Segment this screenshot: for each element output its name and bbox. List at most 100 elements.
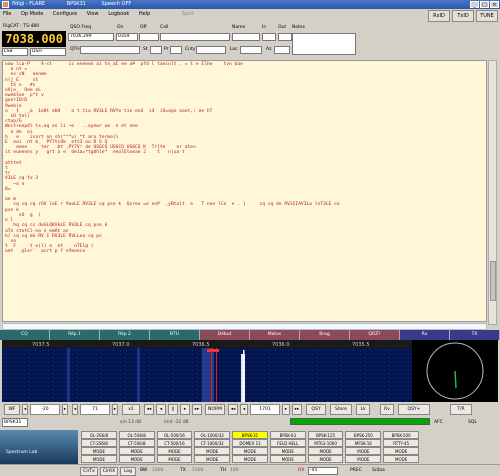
mode-button[interactable]: CT-2S6/8 [81, 439, 117, 447]
menu-configure[interactable]: Configure [53, 11, 77, 17]
rst-out-field[interactable] [278, 33, 292, 41]
store-button[interactable]: Store [330, 404, 352, 415]
sql-toggle[interactable]: SQL [468, 418, 488, 427]
mode-button[interactable]: CT-1000/32 [194, 439, 231, 447]
mode-button[interactable]: OL-1000/32 [194, 431, 231, 439]
macro-button-6[interactable]: Brag [300, 330, 350, 340]
freq-down-icon[interactable]: ◂◂ [228, 404, 238, 415]
mode-button[interactable]: OL-500/16 [156, 431, 193, 439]
name-field[interactable] [232, 33, 260, 41]
menu-view[interactable]: View [87, 11, 99, 17]
rewind-icon[interactable]: ◂◂ [144, 404, 154, 415]
menu-logbook[interactable]: Logbook [108, 11, 129, 17]
call-field[interactable] [160, 33, 230, 41]
minimize-icon[interactable]: _ [470, 1, 479, 8]
mode-button[interactable]: MODE [194, 455, 231, 463]
mode-button[interactable]: MT63-1000 [307, 439, 344, 447]
mode-button[interactable]: MODE [156, 455, 193, 463]
mode-button[interactable]: BPSK-500 [383, 431, 420, 439]
log-button[interactable]: Log [120, 467, 136, 476]
clear-rx-button[interactable]: ClrRX [100, 467, 118, 476]
freq-step-down-icon[interactable]: ◂ [240, 404, 248, 415]
mode-button[interactable]: OL-5S6/8 [118, 431, 155, 439]
macro-button-0[interactable]: CQ [0, 330, 50, 340]
mode-button[interactable]: MODE [383, 447, 420, 455]
range-up-button[interactable]: ▸ [112, 404, 118, 415]
mode-button[interactable]: MODE [81, 447, 117, 455]
mode-button[interactable]: MFSK-16 [345, 439, 382, 447]
macro-button-5[interactable]: Matos [250, 330, 300, 340]
macro-button-2[interactable]: Rép 2 [100, 330, 150, 340]
ref-down-button[interactable]: ◂ [22, 404, 28, 415]
tx-value[interactable]: 1500 [192, 468, 203, 473]
time-on-field[interactable]: 0359 [116, 33, 138, 41]
mode-button[interactable]: MODE [194, 447, 231, 455]
receive-scrollbar[interactable] [488, 60, 497, 325]
lock-button[interactable]: Lk [356, 404, 370, 415]
bw-value[interactable]: 1000 [152, 468, 163, 473]
rxid-button[interactable]: RxID [428, 10, 450, 22]
norm-button[interactable]: NORM [205, 404, 225, 415]
afc-toggle[interactable]: AFC [434, 418, 454, 427]
maximize-icon[interactable]: □ [480, 1, 489, 8]
carrier-freq-field[interactable]: 1701 [250, 404, 280, 415]
tr-button[interactable]: T/R [450, 404, 472, 415]
time-off-field[interactable] [139, 33, 159, 41]
mode-button[interactable]: MODE [269, 455, 306, 463]
mode-button[interactable]: MODE [81, 455, 117, 463]
mode-button[interactable]: MODE [232, 455, 268, 463]
mode-button[interactable]: MODE [345, 447, 382, 455]
reverse-button[interactable]: Rv [380, 404, 394, 415]
rx-value[interactable]: -45 [308, 467, 338, 475]
mode-button[interactable]: CT-5S6/8 [118, 439, 155, 447]
transmit-text-pane[interactable] [2, 323, 487, 330]
locator-field[interactable] [240, 46, 262, 54]
waterfall-display[interactable]: 7037.57037.07036.57036.07035.57035.0 [2, 340, 412, 402]
tune-button[interactable]: TUNE [476, 10, 498, 22]
ref-level-field[interactable]: -20 [30, 404, 60, 415]
back-icon[interactable]: ◂ [156, 404, 166, 415]
th-value[interactable]: 180 [230, 468, 239, 473]
qth-field[interactable] [80, 46, 140, 54]
txid-button[interactable]: TxID [452, 10, 474, 22]
menu-spot[interactable]: Spot [182, 11, 193, 17]
mode-button[interactable]: MODE [118, 455, 155, 463]
mode-button[interactable]: MODE [118, 447, 155, 455]
mode-button[interactable]: BPSK-125 [307, 431, 344, 439]
ref-up-button[interactable]: ▸ [62, 404, 68, 415]
range-field[interactable]: 71 [80, 404, 110, 415]
current-mode-field[interactable]: BPSK31 [2, 418, 28, 427]
notes-field[interactable] [292, 33, 356, 55]
qsy-button[interactable]: QSY [306, 404, 326, 415]
wf-mode-button[interactable]: WF [4, 404, 20, 415]
pause-icon[interactable]: ‖ [168, 404, 178, 415]
forward-icon[interactable]: ▸ [180, 404, 190, 415]
macro-button-4[interactable]: Début [200, 330, 250, 340]
mode-button[interactable]: OL-2S6/8 [81, 431, 117, 439]
freq-step-up-icon[interactable]: ▸ [282, 404, 290, 415]
mode-button[interactable]: DOMEX 11 [232, 439, 268, 447]
mode-button[interactable]: FELD HELL [269, 439, 306, 447]
mode-button[interactable]: CT-500/16 [156, 439, 193, 447]
azimuth-field[interactable] [274, 46, 290, 54]
fast-forward-icon[interactable]: ▸▸ [192, 404, 202, 415]
rig-bw-select[interactable]: DSH [30, 48, 66, 56]
county-field[interactable] [196, 46, 226, 54]
mode-button[interactable]: MODE [156, 447, 193, 455]
receive-text-pane[interactable]: oow lca-P A-st ic eeeeen ai tn_aC ee a¥ … [2, 60, 487, 322]
macro-button-1[interactable]: Rép 1 [50, 330, 100, 340]
mode-button[interactable]: MODE [232, 447, 268, 455]
mode-button[interactable]: MODE [345, 455, 382, 463]
province-field[interactable] [170, 46, 182, 54]
menu-op-mode[interactable]: Op Mode [21, 11, 43, 17]
mode-button[interactable]: MODE [307, 447, 344, 455]
qsy-plus-select[interactable]: QSY+ [398, 404, 430, 415]
rig-frequency-display[interactable]: 7038.000 [2, 31, 66, 47]
mode-button[interactable]: RTTY-45 [383, 439, 420, 447]
rig-mode-select[interactable]: LSB [2, 48, 28, 56]
state-field[interactable] [150, 46, 162, 54]
freq-up-icon[interactable]: ▸▸ [292, 404, 302, 415]
close-icon[interactable]: × [490, 1, 499, 8]
macro-button-9[interactable]: TX [450, 330, 500, 340]
qso-freq-field[interactable]: 7036.299 [68, 33, 114, 41]
